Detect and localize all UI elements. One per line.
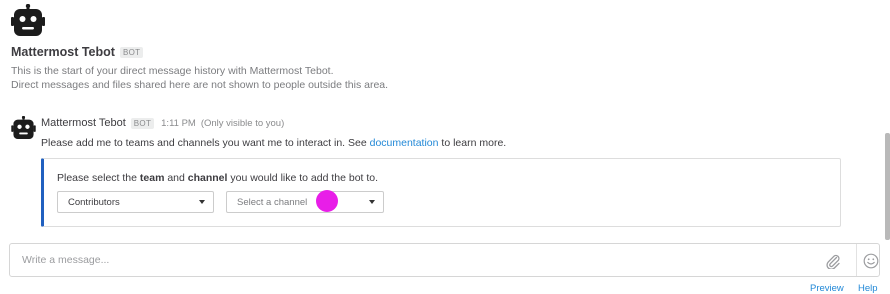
post-author[interactable]: Mattermost Tebot bbox=[41, 117, 126, 129]
intro-bot-name[interactable]: Mattermost Tebot bbox=[11, 45, 115, 59]
scrollbar-thumb[interactable] bbox=[885, 133, 890, 240]
attachment-text: Please select the team and channel you w… bbox=[57, 172, 378, 184]
intro-privacy-note: Direct messages and files shared here ar… bbox=[11, 79, 389, 91]
intro-header: Mattermost Tebot BOT bbox=[11, 45, 144, 59]
channel-view: Mattermost Tebot BOT This is the start o… bbox=[0, 0, 890, 294]
post-header: Mattermost Tebot BOT 1:11 PM (Only visib… bbox=[41, 117, 284, 129]
attachment-text-team: team bbox=[139, 172, 165, 184]
documentation-link[interactable]: documentation bbox=[370, 137, 439, 149]
channel-select-placeholder: Select a channel bbox=[237, 196, 308, 208]
post-message: Please add me to teams and channels you … bbox=[41, 137, 506, 149]
attachment-text-mid: and bbox=[164, 172, 188, 184]
message-composer bbox=[9, 243, 880, 277]
post-timestamp[interactable]: 1:11 PM bbox=[161, 118, 196, 129]
message-input[interactable] bbox=[10, 244, 820, 276]
help-link[interactable]: Help bbox=[858, 283, 878, 294]
caret-down-icon bbox=[369, 200, 375, 204]
visibility-note: (Only visible to you) bbox=[200, 117, 285, 129]
intro-description: This is the start of your direct message… bbox=[11, 65, 334, 77]
robot-icon[interactable] bbox=[11, 116, 36, 139]
message-text-before: Please add me to teams and channels you … bbox=[41, 137, 370, 149]
robot-icon bbox=[11, 4, 45, 36]
paperclip-icon[interactable] bbox=[825, 253, 841, 269]
team-select[interactable]: Contributors bbox=[57, 191, 214, 213]
bot-badge: BOT bbox=[119, 46, 144, 58]
cursor-marker bbox=[316, 190, 338, 212]
scrollbar[interactable] bbox=[885, 0, 890, 294]
attachment-text-pre: Please select the bbox=[57, 172, 140, 184]
composer-divider bbox=[856, 244, 857, 276]
team-select-value: Contributors bbox=[68, 196, 120, 208]
message-text-after: to learn more. bbox=[438, 137, 507, 149]
caret-down-icon bbox=[199, 200, 205, 204]
message-attachment: Please select the team and channel you w… bbox=[41, 158, 841, 227]
bot-badge: BOT bbox=[130, 117, 155, 129]
smiley-icon[interactable] bbox=[863, 253, 879, 269]
channel-select[interactable]: Select a channel bbox=[226, 191, 384, 213]
preview-link[interactable]: Preview bbox=[810, 283, 844, 294]
attachment-text-post: you would like to add the bot to. bbox=[227, 172, 379, 184]
attachment-text-channel: channel bbox=[187, 172, 228, 184]
